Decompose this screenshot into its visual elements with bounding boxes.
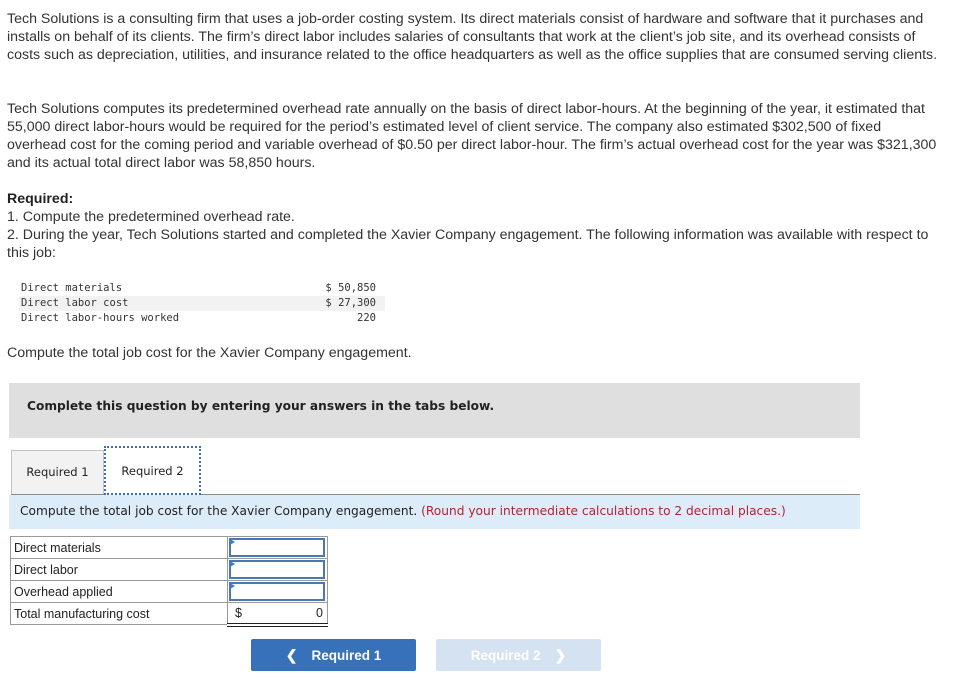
next-required-2-button[interactable]: Required 2 ❯ — [436, 639, 601, 671]
answer-cell — [227, 536, 328, 559]
required-item-1: 1. Compute the predetermined overhead ra… — [7, 209, 295, 225]
required-item-2: 2. During the year, Tech Solutions start… — [7, 227, 929, 261]
problem-paragraph-2: Tech Solutions computes its predetermine… — [7, 101, 937, 171]
given-data-table: Direct materials $ 50,850 Direct labor c… — [19, 281, 385, 326]
answer-label: Direct labor — [10, 558, 228, 581]
next-button-label: Required 2 — [470, 647, 541, 663]
tab-required-2[interactable]: Required 2 — [104, 446, 201, 495]
given-value: $ 27,300 — [284, 296, 385, 311]
given-label: Direct materials — [21, 282, 123, 294]
input-flag-icon — [230, 583, 235, 589]
compute-prompt: Compute the total job cost for the Xavie… — [7, 345, 412, 361]
prev-required-1-button[interactable]: ❮ Required 1 — [251, 639, 416, 671]
direct-materials-input[interactable] — [229, 538, 325, 557]
instructions-banner: Complete this question by entering your … — [9, 383, 860, 438]
given-label: Direct labor cost — [19, 296, 285, 311]
instructions-text: Complete this question by entering your … — [27, 399, 495, 413]
total-currency: $ — [235, 606, 242, 620]
answer-row: Overhead applied — [10, 580, 328, 603]
direct-labor-input[interactable] — [229, 560, 325, 579]
rounding-hint: (Round your intermediate calculations to… — [421, 504, 786, 518]
required-section: Required: 1. Compute the predetermined o… — [7, 190, 942, 262]
answer-table: Direct materials Direct labor Overhead a… — [10, 536, 328, 627]
question-text: Compute the total job cost for the Xavie… — [20, 504, 786, 518]
overhead-applied-input[interactable] — [229, 582, 325, 601]
given-value: 220 — [357, 312, 376, 324]
total-row: Total manufacturing cost $ 0 — [10, 602, 328, 627]
given-row: Direct labor-hours worked 220 — [19, 311, 385, 326]
chevron-left-icon: ❮ — [285, 646, 298, 663]
input-flag-icon — [230, 539, 235, 545]
given-row: Direct materials $ 50,850 — [19, 281, 385, 296]
total-value: 0 — [316, 606, 323, 620]
given-row: Direct labor cost $ 27,300 — [19, 296, 385, 311]
answer-cell — [227, 558, 328, 581]
answer-label: Direct materials — [10, 536, 228, 559]
input-flag-icon — [230, 561, 235, 567]
tab-bar: Required 1 Required 2 — [11, 446, 860, 495]
question-prompt: Compute the total job cost for the Xavie… — [20, 504, 418, 518]
answer-row: Direct labor — [10, 558, 328, 581]
problem-paragraph-1: Tech Solutions is a consulting firm that… — [7, 11, 938, 63]
question-bar: Compute the total job cost for the Xavie… — [9, 495, 860, 529]
given-label: Direct labor-hours worked — [21, 312, 180, 324]
total-cell: $ 0 — [227, 602, 328, 627]
answer-row: Direct materials — [10, 536, 328, 559]
required-heading: Required: — [7, 191, 74, 207]
tab-required-1[interactable]: Required 1 — [11, 450, 104, 494]
answer-label: Overhead applied — [10, 580, 228, 603]
chevron-right-icon: ❯ — [554, 646, 567, 663]
given-value: $ 50,850 — [325, 282, 376, 294]
answer-cell — [227, 580, 328, 603]
total-label: Total manufacturing cost — [10, 602, 228, 625]
prev-button-label: Required 1 — [311, 647, 382, 663]
